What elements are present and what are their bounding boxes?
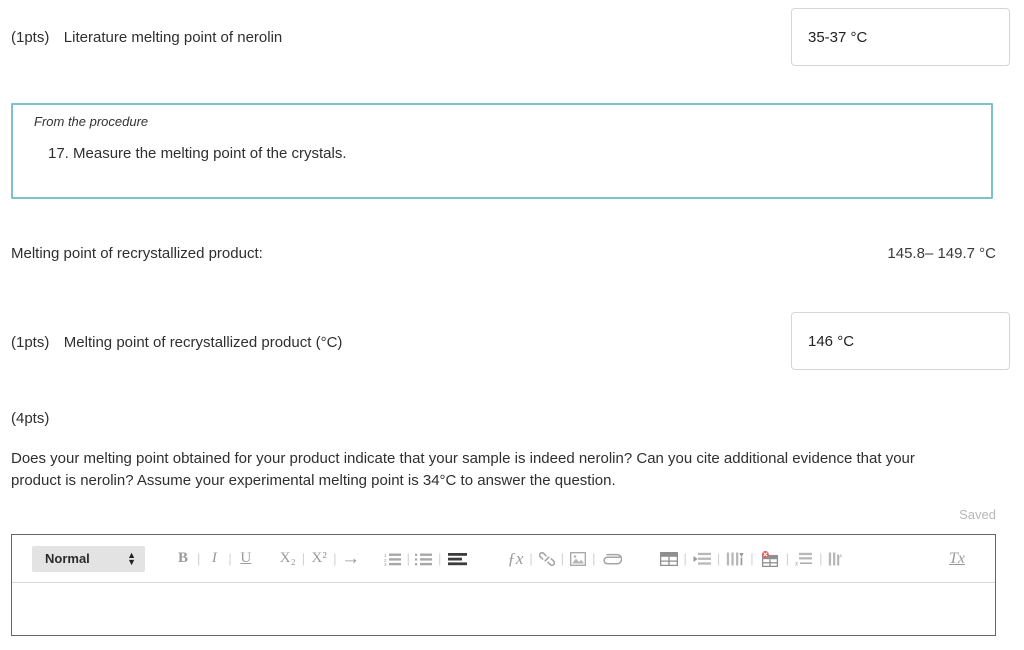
list-group: 1 2 3 | | (383, 548, 470, 570)
question-1-points: (1pts) (11, 29, 50, 46)
toolbar-divider: | (228, 551, 232, 566)
svg-text:3: 3 (384, 562, 387, 566)
answer-input-literature-melting-point-value: 35-37 °C (808, 28, 868, 46)
insert-row-icon[interactable] (691, 548, 713, 570)
table-group: | | | | x | x (658, 548, 849, 570)
procedure-step: 17. Measure the melting point of the cry… (48, 145, 347, 162)
toolbar-divider: | (301, 551, 306, 566)
result-value: 145.8– 149.7 °C (887, 245, 996, 262)
clear-formatting-icon[interactable]: Tx (947, 548, 967, 570)
subscript-icon[interactable]: X₂ (278, 548, 298, 570)
toolbar-divider: | (716, 551, 721, 566)
toolbar-divider: | (560, 551, 565, 566)
answer-input-recrystallized-melting-point[interactable]: 146 °C (791, 312, 1010, 370)
editor-text-area[interactable] (12, 583, 995, 635)
svg-text:x: x (839, 552, 843, 559)
bold-icon[interactable]: B (173, 548, 193, 570)
text-style-group: B | I | U (173, 548, 256, 570)
delete-table-icon[interactable] (758, 548, 782, 570)
answer-input-recrystallized-melting-point-value: 146 °C (808, 332, 855, 350)
paragraph-style-value: Normal (45, 551, 90, 566)
save-status: Saved (959, 507, 996, 522)
toolbar-divider: | (592, 551, 596, 566)
delete-column-icon[interactable]: x (826, 548, 848, 570)
superscript-icon[interactable]: X² (309, 548, 329, 570)
rich-text-editor: Normal ▲ ▼ B | I | U X₂ | X² | → 1 2 3 |… (11, 534, 996, 636)
question-1-text: (1pts) Literature melting point of nerol… (11, 28, 282, 48)
essay-prompt: Does your melting point obtained for you… (11, 450, 915, 489)
toolbar-divider: | (785, 551, 790, 566)
delete-row-icon[interactable]: x (793, 548, 815, 570)
paragraph-style-select[interactable]: Normal ▲ ▼ (32, 545, 145, 572)
italic-icon[interactable]: I (204, 548, 224, 570)
image-icon[interactable] (568, 548, 588, 570)
procedure-title: From the procedure (34, 114, 149, 129)
answer-input-literature-melting-point[interactable]: 35-37 °C (791, 8, 1010, 66)
toolbar-divider: | (437, 551, 442, 566)
question-2-points: (1pts) (11, 334, 50, 351)
underline-icon[interactable]: U (236, 548, 256, 570)
toolbar-divider: | (333, 551, 337, 566)
toolbar-divider: | (683, 551, 687, 566)
question-2-text: (1pts) Melting point of recrystallized p… (11, 333, 342, 353)
formula-icon[interactable]: ƒx (505, 548, 525, 570)
essay-points: (4pts) (11, 410, 50, 427)
align-icon[interactable] (445, 548, 469, 570)
question-1-label: Literature melting point of nerolin (63, 29, 283, 46)
toolbar-divider: | (750, 551, 754, 566)
question-2-label: Melting point of recrystallized product … (63, 334, 343, 351)
chevron-updown-icon: ▲ ▼ (127, 549, 136, 567)
script-group: X₂ | X² | → (278, 548, 361, 570)
unordered-list-icon[interactable] (414, 548, 434, 570)
insert-group: ƒx | | | (505, 548, 623, 570)
indent-arrow-icon[interactable]: → (341, 548, 361, 570)
toolbar-divider: | (529, 551, 533, 566)
toolbar-divider: | (406, 551, 410, 566)
ordered-list-icon[interactable]: 1 2 3 (383, 548, 403, 570)
result-label: Melting point of recrystallized product: (11, 245, 263, 262)
toolbar-divider: | (819, 551, 823, 566)
link-icon[interactable] (537, 548, 557, 570)
svg-text:x: x (795, 559, 799, 565)
insert-table-icon[interactable] (658, 548, 680, 570)
editor-toolbar: Normal ▲ ▼ B | I | U X₂ | X² | → 1 2 3 |… (12, 535, 995, 583)
attachment-icon[interactable] (600, 548, 624, 570)
procedure-callout: From the procedure 17. Measure the melti… (11, 103, 993, 199)
toolbar-divider: | (197, 551, 201, 566)
insert-column-icon[interactable] (724, 548, 746, 570)
